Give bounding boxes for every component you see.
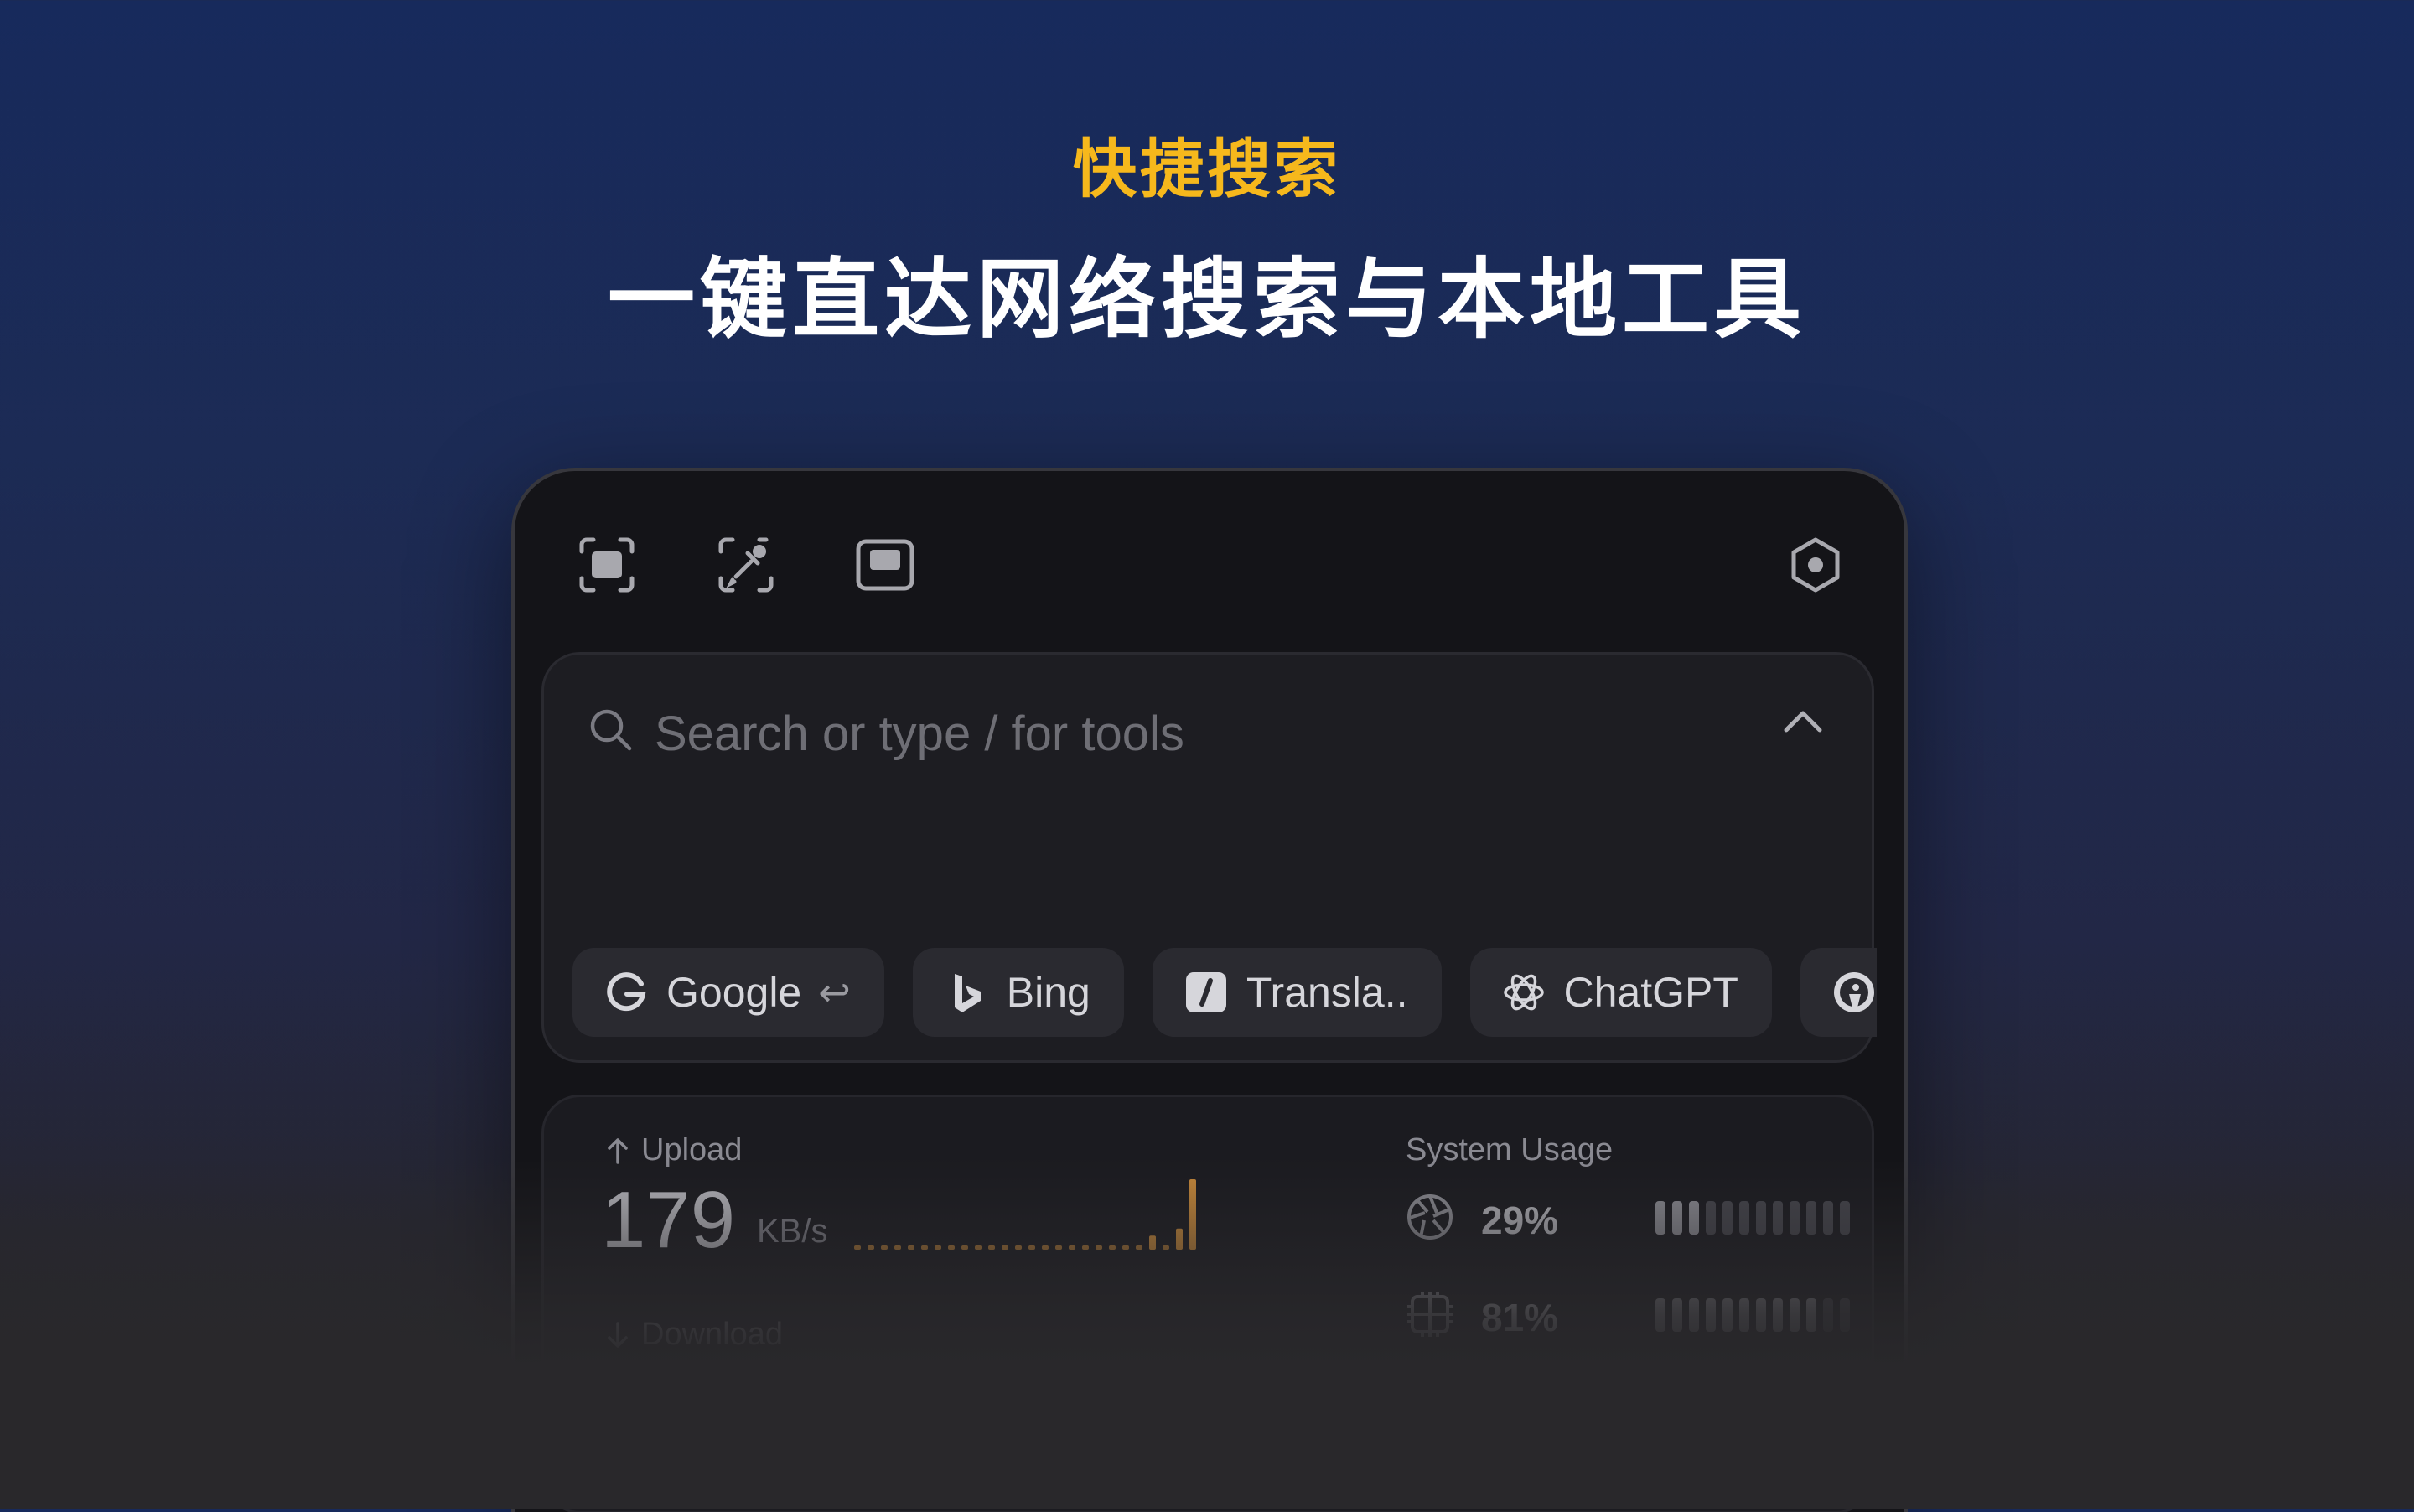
- usage-segment: [1706, 1298, 1716, 1332]
- memory-usage-bars: [1655, 1298, 1850, 1332]
- upload-history-bar: [975, 1245, 982, 1250]
- usage-segment: [1773, 1298, 1783, 1332]
- upload-history-bar: [1136, 1245, 1142, 1250]
- engine-chip-duckduckgo[interactable]: [1800, 948, 1877, 1037]
- usage-segment: [1655, 1298, 1665, 1332]
- screenshot-icon[interactable]: [575, 533, 639, 597]
- upload-history-bar: [1149, 1235, 1156, 1250]
- window-icon[interactable]: [853, 533, 917, 597]
- upload-history-bar: [1002, 1245, 1008, 1250]
- engine-chip-chatgpt[interactable]: ChatGPT: [1469, 948, 1772, 1037]
- color-picker-icon[interactable]: [714, 533, 778, 597]
- bing-icon: [954, 974, 981, 1012]
- translate-icon: [1185, 972, 1226, 1012]
- upload-history-bar: [935, 1245, 941, 1250]
- upload-history-bar: [1015, 1245, 1022, 1250]
- upload-history-bar: [921, 1245, 928, 1250]
- engine-chip-google[interactable]: Google ↩: [572, 948, 884, 1037]
- upload-unit: KB/s: [757, 1213, 828, 1250]
- cpu-percent: 29%: [1481, 1199, 1559, 1242]
- upload-history-bar: [854, 1245, 861, 1250]
- search-engine-row: Google ↩ Bing Transla.. ChatGPT: [572, 948, 1877, 1037]
- usage-segment: [1756, 1298, 1766, 1332]
- upload-history-bar: [1109, 1245, 1116, 1250]
- settings-hexagon-icon[interactable]: [1784, 533, 1847, 597]
- usage-segment: [1840, 1298, 1850, 1332]
- chatgpt-icon: [1503, 974, 1544, 1011]
- engine-label: Bing: [1006, 969, 1090, 1016]
- hero-title: 一键直达网络搜索与本地工具: [607, 248, 1806, 350]
- usage-segment: [1823, 1298, 1833, 1332]
- usage-segment: [1722, 1201, 1733, 1235]
- cpu-aperture-icon: [1407, 1194, 1453, 1240]
- upload-history-bar: [988, 1245, 995, 1250]
- memory-chip-icon: [1407, 1292, 1453, 1337]
- usage-segment: [1806, 1298, 1816, 1332]
- chevron-up-icon[interactable]: [1778, 698, 1828, 748]
- usage-segment: [1790, 1201, 1800, 1235]
- upload-sparkline: [854, 1179, 1196, 1250]
- usage-segment: [1823, 1201, 1833, 1235]
- search-card: Google ↩ Bing Transla..: [541, 652, 1877, 1063]
- upload-history-bar: [1042, 1245, 1049, 1250]
- usage-segment: [1672, 1298, 1682, 1332]
- upload-history-bar: [1096, 1245, 1102, 1250]
- system-usage-label: System Usage: [1406, 1132, 1614, 1168]
- upload-history-bar: [894, 1245, 901, 1250]
- usage-segment: [1739, 1201, 1749, 1235]
- launcher-panel: Google ↩ Bing Transla..: [511, 468, 1908, 1512]
- upload-history-bar: [1069, 1245, 1075, 1250]
- engine-label: ChatGPT: [1563, 969, 1738, 1016]
- usage-segment: [1689, 1201, 1699, 1235]
- download-label: Download: [603, 1317, 783, 1353]
- usage-segment: [1756, 1201, 1766, 1235]
- usage-segment: [1689, 1298, 1699, 1332]
- search-icon: [590, 709, 632, 751]
- hero-tagline: 快捷搜索: [1073, 132, 1341, 206]
- upload-history-bar: [1082, 1245, 1089, 1250]
- google-icon: [607, 972, 646, 1012]
- upload-history-bar: [1028, 1245, 1035, 1250]
- upload-history-bar: [948, 1245, 955, 1250]
- upload-history-bar: [868, 1245, 874, 1250]
- upload-history-bar: [961, 1245, 968, 1250]
- usage-segment: [1773, 1201, 1783, 1235]
- cpu-usage-bars: [1655, 1201, 1850, 1235]
- upload-history-bar: [1122, 1245, 1129, 1250]
- usage-segment: [1806, 1201, 1816, 1235]
- upload-history-bar: [1055, 1245, 1062, 1250]
- engine-label: Transla..: [1246, 969, 1408, 1016]
- arrow-down-icon: [608, 1321, 628, 1348]
- usage-segment: [1655, 1201, 1665, 1235]
- upload-history-bar: [1189, 1179, 1196, 1250]
- search-input[interactable]: [653, 695, 1704, 772]
- upload-history-bar: [881, 1245, 888, 1250]
- usage-segment: [1840, 1201, 1850, 1235]
- usage-segment: [1790, 1298, 1800, 1332]
- upload-history-bar: [1163, 1245, 1169, 1250]
- upload-history-bar: [908, 1245, 914, 1250]
- usage-segment: [1706, 1201, 1716, 1235]
- upload-value: 179: [601, 1175, 736, 1265]
- duckduckgo-icon: [1833, 972, 1874, 1012]
- arrow-up-icon: [608, 1137, 628, 1164]
- upload-history-bar: [1176, 1228, 1183, 1250]
- engine-label: Google: [666, 969, 802, 1016]
- usage-segment: [1739, 1298, 1749, 1332]
- engine-chip-translate[interactable]: Transla..: [1152, 948, 1442, 1037]
- upload-label: Upload: [603, 1132, 742, 1168]
- stats-card: Upload 179 KB/s Download System Usage 29…: [541, 1095, 1874, 1512]
- usage-segment: [1672, 1201, 1682, 1235]
- engine-chip-bing[interactable]: Bing: [912, 948, 1124, 1037]
- return-key-icon: ↩: [818, 970, 851, 1015]
- memory-percent: 81%: [1481, 1296, 1559, 1339]
- usage-segment: [1722, 1298, 1733, 1332]
